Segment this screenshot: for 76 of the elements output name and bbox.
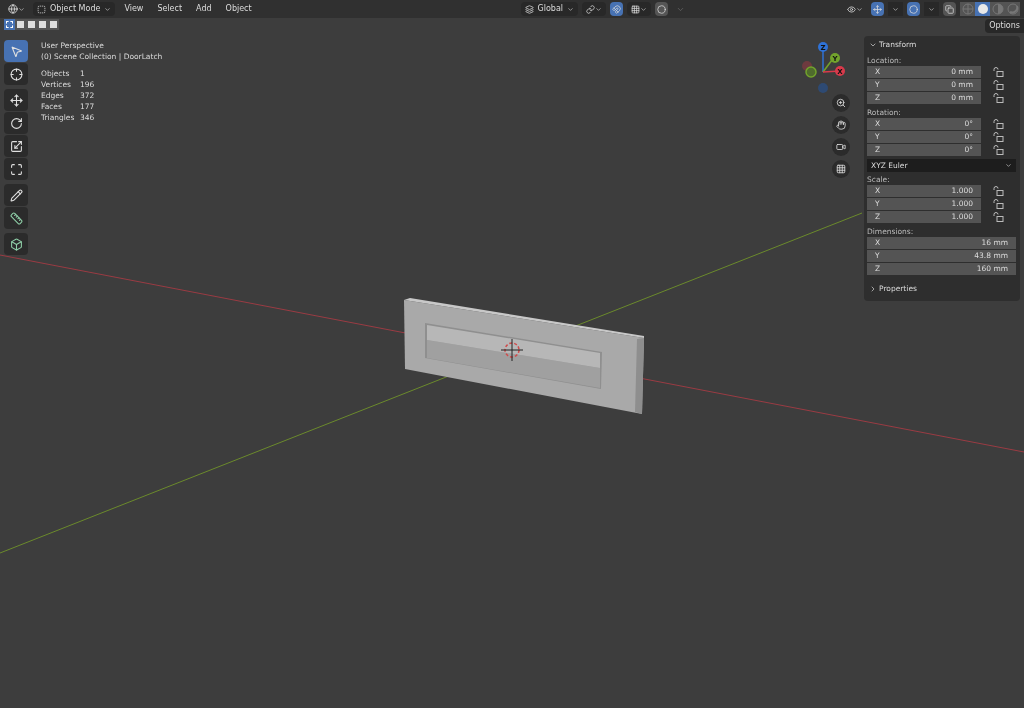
annotate-tool-icon [9,188,23,202]
3d-cursor-icon [500,338,524,362]
lock-icon[interactable] [993,212,1004,222]
selection-mode-button[interactable] [48,19,59,30]
options-button[interactable]: Options [985,19,1024,33]
gizmo-toggle[interactable] [871,2,884,16]
mode-dropdown[interactable]: Object Mode [33,2,116,16]
menu-item[interactable]: Add [191,3,217,15]
eye-icon [847,4,856,14]
xray-toggle[interactable] [943,2,956,16]
shading-mode-button[interactable] [975,2,990,16]
selection-mode-button[interactable] [37,19,48,30]
lock-icon[interactable] [993,67,1004,77]
tool-button[interactable] [4,112,28,134]
tool-button[interactable] [4,135,28,157]
chevron-icon [640,5,648,13]
measure-tool-icon [9,211,23,225]
chevron-icon [567,5,575,13]
cursor-tool-icon [9,67,23,81]
menu-item[interactable]: Select [152,3,188,15]
circle-icon [909,4,918,14]
layers-icon [524,4,534,14]
selection-mode-button[interactable] [4,19,15,30]
chevron-icon [595,5,603,13]
orientation-dropdown[interactable]: Global [520,2,579,16]
lock-icon[interactable] [993,186,1004,196]
grid3x3-icon [836,164,846,174]
tool-button[interactable] [4,40,28,62]
overlay-toggle[interactable] [907,2,920,16]
lock-icon[interactable] [993,145,1004,155]
magnet-icon [612,4,622,14]
chevron-icon [1005,162,1012,169]
tool-button[interactable] [4,233,28,255]
selection-mode-button[interactable] [15,19,26,30]
tool-button[interactable] [4,158,28,180]
proportional-edit-toggle[interactable] [655,2,669,16]
lock-icon[interactable] [993,132,1004,142]
zoom-in-icon [836,98,846,108]
snap-target-dropdown[interactable] [627,2,652,16]
camera-icon[interactable] [832,138,850,156]
square-dashed-icon [37,4,46,14]
pivot-dropdown[interactable] [582,2,607,16]
transform-tool-icon [9,162,23,176]
tool-button[interactable] [4,89,28,111]
chevron-icon [928,5,935,13]
move-tool-icon [9,93,23,107]
tool-button[interactable] [4,184,28,206]
snap-toggle[interactable] [610,2,624,16]
chevron-icon [856,5,863,13]
tool-button[interactable] [4,207,28,229]
add-tool-icon [9,237,23,251]
video-icon [836,142,846,152]
lock-icon[interactable] [993,119,1004,129]
chevron-icon [892,5,899,13]
rotate-tool-icon [9,116,23,130]
grid3x3-icon [631,4,641,14]
copy-icon [945,4,954,14]
tool-button[interactable] [4,63,28,85]
move-icon [873,4,882,14]
scale-tool-icon [9,139,23,153]
selection-mode-button[interactable] [26,19,37,30]
chevron-icon [869,284,877,293]
editor-type-icon [8,4,18,14]
hand-icon[interactable] [832,116,850,134]
chevron-icon [18,5,25,13]
lock-icon[interactable] [993,80,1004,90]
link-icon [586,4,596,14]
zoom-icon[interactable] [832,94,850,112]
circle-icon [657,4,667,14]
menu-item[interactable]: Object [220,3,257,15]
lock-icon[interactable] [993,93,1004,103]
lock-icon[interactable] [993,199,1004,209]
chevron-icon [104,5,112,13]
grid-icon[interactable] [832,160,850,178]
menu-item[interactable]: View [119,3,149,15]
select-tool-icon [9,44,23,58]
